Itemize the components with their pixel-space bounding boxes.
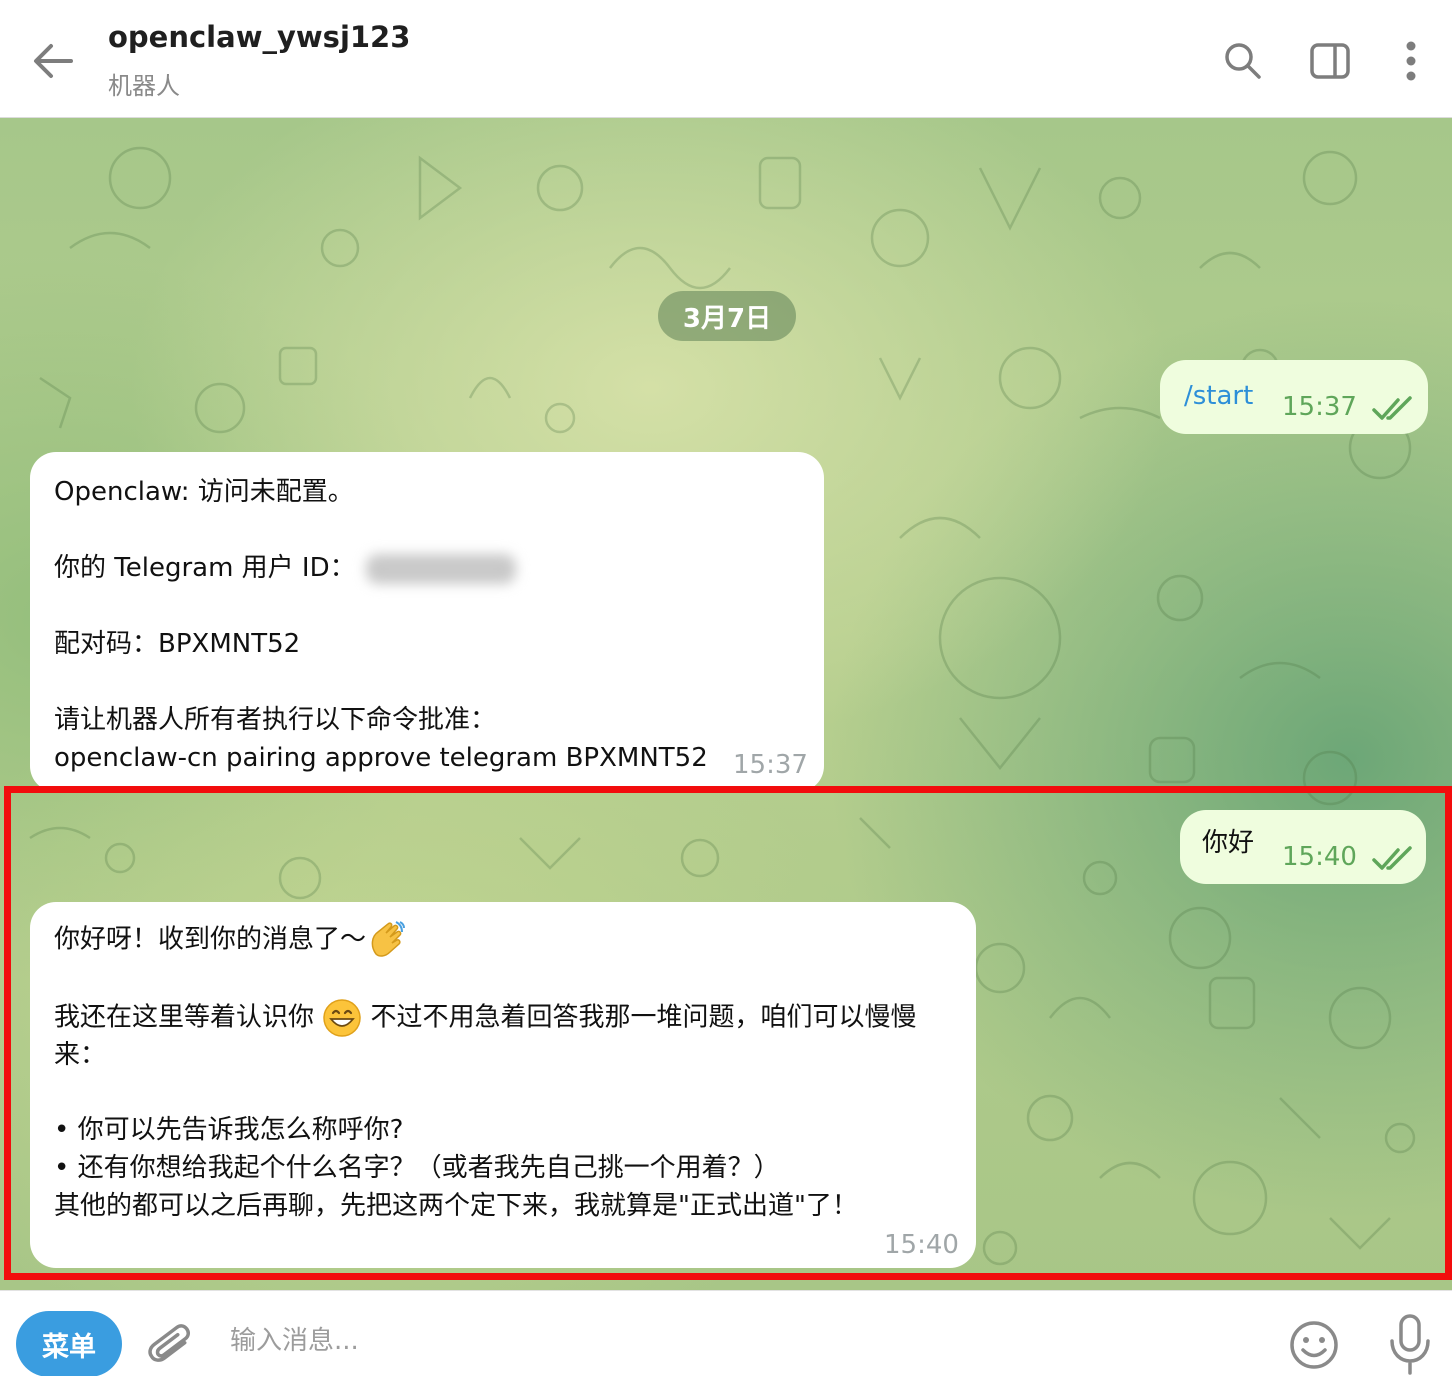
double-check-icon <box>1372 846 1412 870</box>
message-time: 15:37 <box>733 750 808 780</box>
message-input-bar: 菜单 <box>0 1290 1452 1376</box>
sidebar-toggle-icon[interactable] <box>1305 36 1355 86</box>
message-line: 你的 Telegram 用户 ID： <box>54 549 516 587</box>
bot-command-link[interactable]: /start <box>1184 377 1253 415</box>
chat-area[interactable]: 3月7日 /start 15:37 Openclaw: 访问未配置。 你的 Te… <box>0 118 1452 1290</box>
menu-button[interactable]: 菜单 <box>16 1311 122 1376</box>
waving-hand-emoji-icon <box>371 921 406 957</box>
message-line: openclaw-cn pairing approve telegram BPX… <box>54 743 708 773</box>
microphone-icon[interactable] <box>1386 1313 1434 1375</box>
blurred-user-id <box>365 553 516 584</box>
message-text: 你好 <box>1202 828 1255 858</box>
message-time: 15:37 <box>1282 392 1357 422</box>
back-arrow-icon[interactable] <box>28 36 78 86</box>
more-vertical-icon[interactable] <box>1386 36 1436 86</box>
chat-title[interactable]: openclaw_ywsj123 <box>108 20 410 54</box>
grinning-face-emoji-icon <box>323 999 362 1037</box>
bullet-item: • 你可以先告诉我怎么称呼你? <box>54 1115 404 1145</box>
message-time: 15:40 <box>1282 842 1357 872</box>
message-line: 你好呀！收到你的消息了～ <box>54 920 406 960</box>
search-icon[interactable] <box>1218 36 1268 86</box>
message-line: Openclaw: 访问未配置。 <box>54 477 354 507</box>
date-separator: 3月7日 <box>658 291 796 341</box>
paperclip-icon[interactable] <box>148 1321 196 1373</box>
message-line: 配对码：BPXMNT52 <box>54 629 301 659</box>
double-check-icon <box>1372 396 1412 420</box>
message-line: 我还在这里等着认识你 不过不用急着回答我那一堆问题，咱们可以慢慢 <box>54 998 917 1038</box>
outgoing-message-bubble[interactable]: 你好 15:40 <box>1180 810 1426 884</box>
emoji-icon[interactable] <box>1288 1319 1340 1371</box>
chat-header: openclaw_ywsj123 机器人 <box>0 0 1452 118</box>
user-id-label: 你的 Telegram 用户 ID： <box>54 553 356 583</box>
bullet-item: • 还有你想给我起个什么名字？（或者我先自己挑一个用着？） <box>54 1153 780 1183</box>
message-line: 请让机器人所有者执行以下命令批准： <box>54 705 497 735</box>
message-time: 15:40 <box>884 1230 959 1260</box>
message-line: 来： <box>54 1040 107 1070</box>
incoming-message-bubble[interactable]: 你好呀！收到你的消息了～ 我还在这里等着认识你 不过不用急着回答我那一堆问题，咱… <box>30 902 976 1268</box>
message-input[interactable] <box>230 1319 1250 1363</box>
chat-subtitle: 机器人 <box>108 72 180 100</box>
message-line: 其他的都可以之后再聊，先把这两个定下来，我就算是"正式出道"了！ <box>54 1191 858 1221</box>
outgoing-message-bubble[interactable]: /start 15:37 <box>1160 360 1428 434</box>
incoming-message-bubble[interactable]: Openclaw: 访问未配置。 你的 Telegram 用户 ID： 配对码：… <box>30 452 824 792</box>
